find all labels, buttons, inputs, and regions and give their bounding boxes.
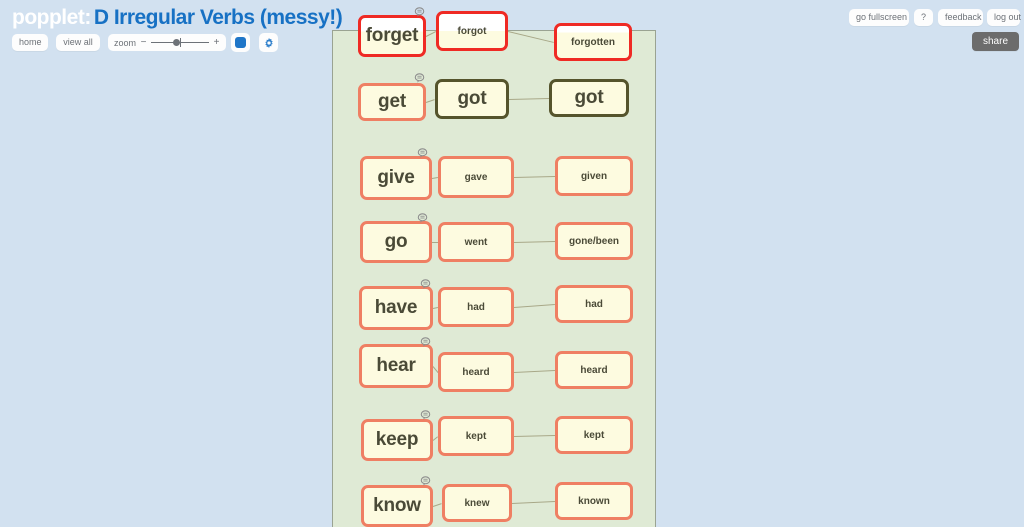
- popple-connector: [432, 503, 443, 507]
- popple-past-went[interactable]: went: [438, 222, 514, 262]
- popple-base-know[interactable]: know: [361, 485, 433, 527]
- home-button[interactable]: home: [12, 34, 48, 51]
- popple-past-forgot[interactable]: forgot: [436, 11, 508, 51]
- go-fullscreen-button[interactable]: go fullscreen: [849, 9, 909, 26]
- help-button[interactable]: ?: [914, 9, 933, 26]
- popple-connector: [425, 31, 437, 37]
- share-button[interactable]: share: [972, 32, 1020, 51]
- popple-participle-kept[interactable]: kept: [555, 416, 633, 454]
- feedback-button[interactable]: feedback: [938, 9, 983, 26]
- popple-past-had[interactable]: had: [438, 287, 514, 327]
- color-picker-button[interactable]: [231, 33, 250, 52]
- comment-icon[interactable]: [419, 475, 432, 488]
- popplet-canvas[interactable]: forget forgot forgotten get got got give gave gi…: [332, 7, 656, 527]
- popple-connector: [507, 31, 555, 43]
- popple-base-give[interactable]: give: [360, 156, 432, 200]
- popplet-logo: popplet:: [12, 6, 91, 29]
- popple-past-kept[interactable]: kept: [438, 416, 514, 456]
- comment-icon[interactable]: [416, 212, 429, 225]
- settings-button[interactable]: [259, 33, 278, 52]
- popple-participle-gone/been[interactable]: gone/been: [555, 222, 633, 260]
- zoom-slider-track[interactable]: [151, 37, 209, 48]
- popple-participle-given[interactable]: given: [555, 156, 633, 196]
- popple-connector: [508, 98, 549, 100]
- view-all-button[interactable]: view all: [56, 34, 100, 51]
- zoom-out-button[interactable]: −: [140, 37, 147, 48]
- zoom-slider-tick: [180, 38, 181, 47]
- popple-connector: [513, 176, 555, 178]
- zoom-in-button[interactable]: +: [213, 37, 220, 48]
- popple-connector: [513, 304, 556, 308]
- page-title: D Irregular Verbs (messy!): [93, 6, 343, 29]
- popple-connector: [425, 99, 436, 103]
- comment-icon[interactable]: [419, 336, 432, 349]
- popple-participle-heard[interactable]: heard: [555, 351, 633, 389]
- color-swatch: [235, 37, 246, 48]
- comment-icon[interactable]: [419, 409, 432, 422]
- zoom-slider-handle[interactable]: [173, 39, 181, 46]
- popple-connector: [511, 501, 556, 504]
- comment-icon[interactable]: [419, 278, 432, 291]
- comment-icon[interactable]: [413, 6, 426, 19]
- popple-base-keep[interactable]: keep: [361, 419, 433, 461]
- gear-icon: [264, 37, 273, 48]
- zoom-control[interactable]: zoom − +: [108, 34, 226, 51]
- popple-participle-got[interactable]: got: [549, 79, 629, 117]
- popple-past-gave[interactable]: gave: [438, 156, 514, 198]
- popple-connector: [513, 241, 555, 243]
- comment-icon[interactable]: [413, 72, 426, 85]
- comment-icon[interactable]: [416, 147, 429, 160]
- popple-past-heard[interactable]: heard: [438, 352, 514, 392]
- popple-past-knew[interactable]: knew: [442, 484, 512, 522]
- popple-participle-had[interactable]: had: [555, 285, 633, 323]
- popple-base-get[interactable]: get: [358, 83, 426, 121]
- popple-connector: [513, 435, 555, 437]
- popple-base-hear[interactable]: hear: [359, 344, 433, 388]
- popple-base-have[interactable]: have: [359, 286, 433, 330]
- popple-base-forget[interactable]: forget: [358, 15, 426, 57]
- popple-participle-known[interactable]: known: [555, 482, 633, 520]
- popple-connector: [513, 370, 556, 373]
- brand: popplet: D Irregular Verbs (messy!): [12, 6, 343, 30]
- popple-participle-forgotten[interactable]: forgotten: [554, 23, 632, 61]
- log-out-button[interactable]: log out: [987, 9, 1021, 26]
- popple-base-go[interactable]: go: [360, 221, 432, 263]
- popple-past-got[interactable]: got: [435, 79, 509, 119]
- zoom-label: zoom: [114, 37, 137, 48]
- popplet-app: popplet: D Irregular Verbs (messy!) home …: [0, 0, 1024, 527]
